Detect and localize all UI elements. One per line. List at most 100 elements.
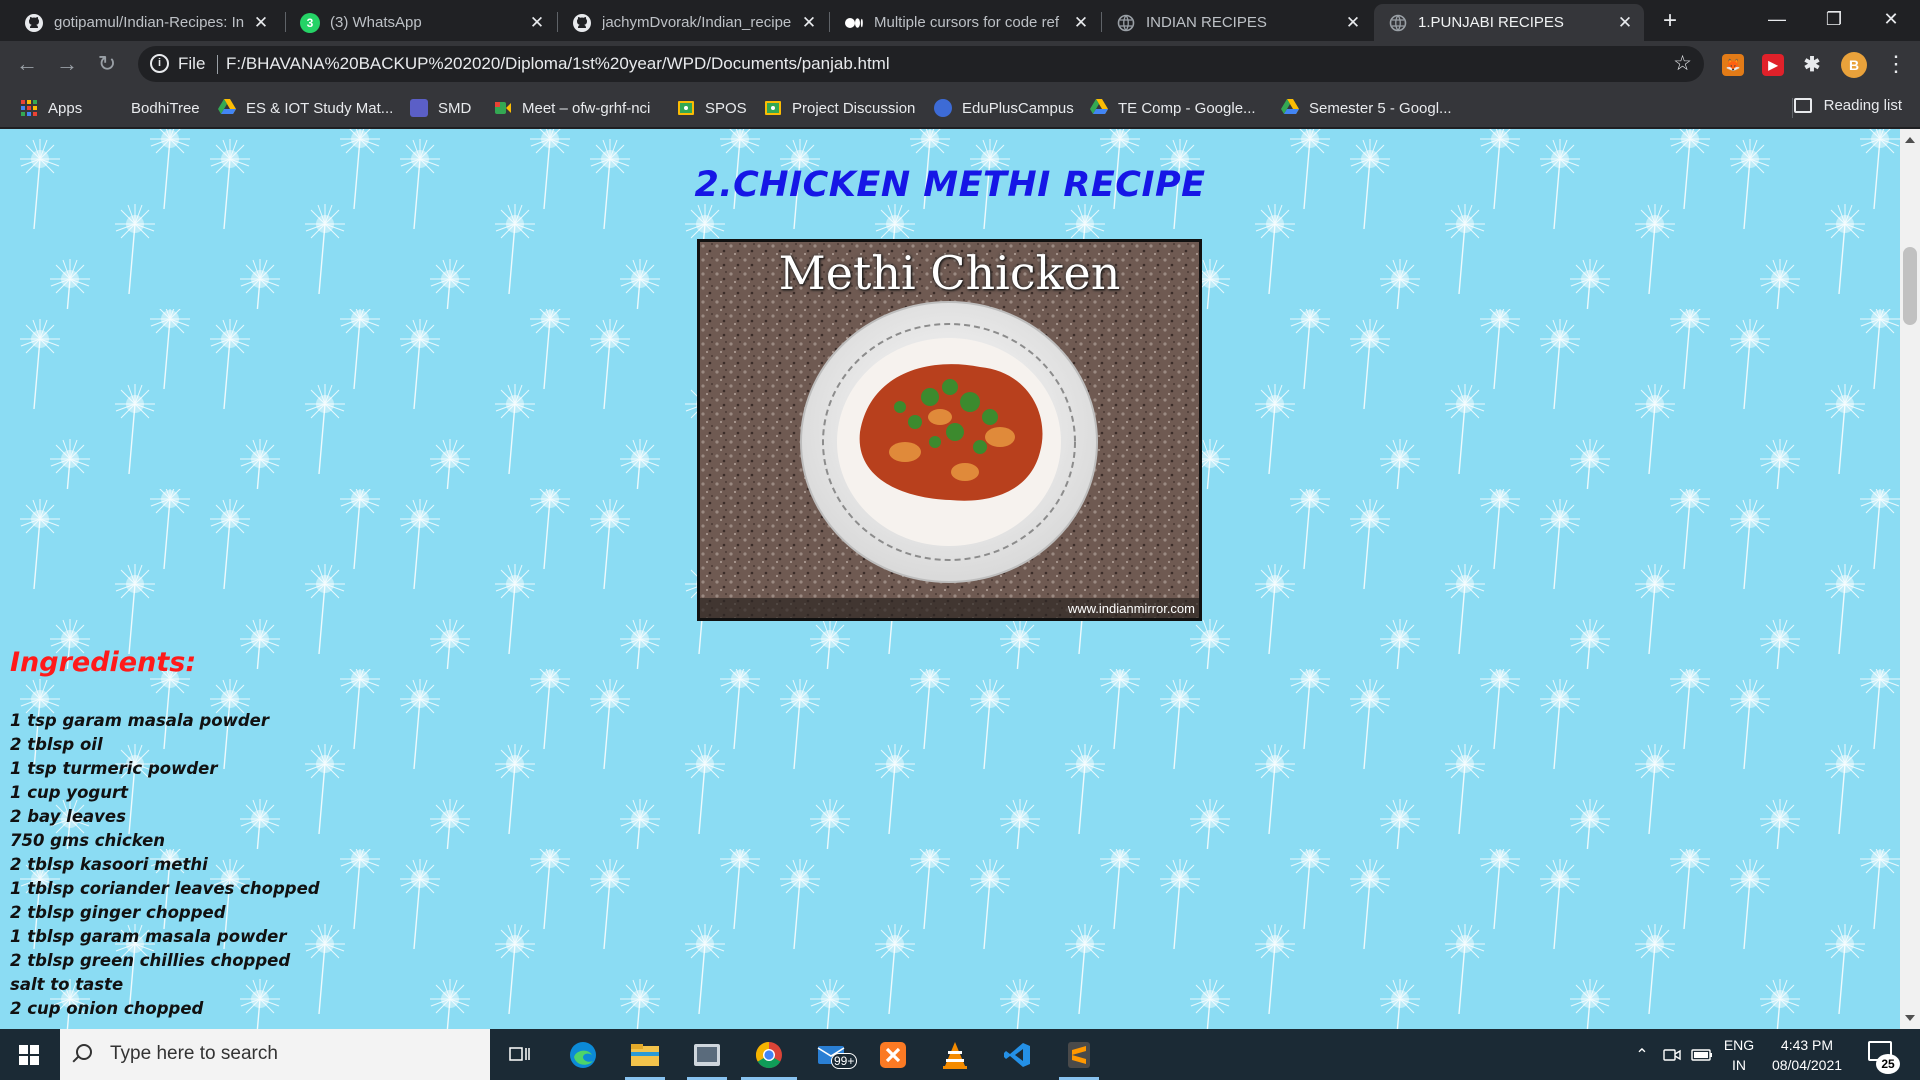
chrome-taskbar-button[interactable] bbox=[739, 1029, 799, 1080]
bookmark-te-comp[interactable]: TE Comp - Google... bbox=[1090, 97, 1256, 119]
ingredient-item: salt to taste bbox=[10, 975, 124, 994]
teams-icon bbox=[410, 99, 428, 117]
tab-title: 1.PUNJABI RECIPES bbox=[1418, 14, 1564, 31]
address-bar[interactable]: i File F:/BHAVANA%20BACKUP%202020/Diplom… bbox=[138, 46, 1704, 82]
forward-button[interactable]: → bbox=[51, 49, 83, 81]
scroll-down-arrow-icon[interactable] bbox=[1905, 1015, 1915, 1021]
chrome-icon bbox=[755, 1041, 782, 1068]
close-tab-icon[interactable]: ✕ bbox=[252, 13, 270, 32]
close-window-button[interactable]: ✕ bbox=[1863, 0, 1919, 40]
battery-icon[interactable] bbox=[1688, 1029, 1716, 1080]
tab-title: gotipamul/Indian-Recipes: In bbox=[54, 14, 245, 31]
bookmark-project-discussion[interactable]: Project Discussion bbox=[764, 97, 915, 119]
input-language-indicator[interactable]: ENG IN bbox=[1722, 1035, 1756, 1075]
metamask-extension-icon[interactable]: 🦊 bbox=[1722, 54, 1744, 76]
ingredient-item: 750 gms chicken bbox=[10, 831, 166, 850]
vscode-taskbar-button[interactable] bbox=[987, 1029, 1047, 1080]
page-scrollbar[interactable] bbox=[1900, 129, 1920, 1029]
system-clock[interactable]: 4:43 PM 08/04/2021 bbox=[1764, 1035, 1850, 1075]
photos-taskbar-button[interactable] bbox=[677, 1029, 737, 1080]
ingredient-item: 2 bay leaves bbox=[10, 807, 126, 826]
github-icon bbox=[24, 13, 44, 33]
close-tab-icon[interactable]: ✕ bbox=[1072, 13, 1090, 32]
video-extension-icon[interactable]: ▶ bbox=[1762, 54, 1784, 76]
google-drive-icon bbox=[218, 99, 236, 117]
xampp-taskbar-button[interactable] bbox=[863, 1029, 923, 1080]
bookmark-label: SMD bbox=[438, 99, 472, 117]
xampp-icon bbox=[880, 1041, 906, 1068]
tab-indian-recipes[interactable]: INDIAN RECIPES ✕ bbox=[1102, 4, 1372, 41]
info-icon[interactable]: i bbox=[150, 54, 169, 73]
google-classroom-icon bbox=[764, 99, 782, 117]
page-title: 2.CHICKEN METHI RECIPE bbox=[694, 165, 1206, 205]
snipping-tool-icon bbox=[694, 1043, 720, 1066]
vlc-icon bbox=[943, 1041, 967, 1069]
back-button[interactable]: ← bbox=[11, 49, 43, 81]
start-button[interactable] bbox=[0, 1029, 60, 1080]
bookmark-semester-5[interactable]: Semester 5 - Googl... bbox=[1281, 97, 1452, 119]
meet-now-icon[interactable] bbox=[1658, 1029, 1686, 1080]
close-tab-icon[interactable]: ✕ bbox=[1344, 13, 1362, 32]
url-text[interactable]: F:/BHAVANA%20BACKUP%202020/Diploma/1st%2… bbox=[226, 54, 890, 74]
eduplus-icon bbox=[934, 99, 952, 117]
minimize-button[interactable]: — bbox=[1749, 0, 1805, 40]
tab-title: (3) WhatsApp bbox=[330, 14, 422, 31]
ingredient-item: 1 tblsp garam masala powder bbox=[10, 927, 287, 946]
sublime-text-taskbar-button[interactable] bbox=[1049, 1029, 1109, 1080]
bookmark-label: EduPlusCampus bbox=[962, 99, 1074, 117]
edge-icon bbox=[570, 1041, 596, 1068]
profile-avatar[interactable]: B bbox=[1841, 52, 1867, 78]
search-placeholder: Type here to search bbox=[110, 1043, 278, 1064]
bookmark-smd[interactable]: SMD bbox=[410, 97, 471, 119]
tab-multiple-cursors[interactable]: Multiple cursors for code ref ✕ bbox=[830, 4, 1100, 41]
bookmark-star-icon[interactable]: ☆ bbox=[1673, 51, 1692, 76]
tab-title: Multiple cursors for code ref bbox=[874, 14, 1060, 31]
bookmark-es-iot[interactable]: ES & IOT Study Mat... bbox=[218, 97, 393, 119]
show-hidden-icons-button[interactable]: ⌃ bbox=[1628, 1029, 1656, 1080]
ingredients-list: 1 tsp garam masala powder 2 tblsp oil 1 … bbox=[10, 709, 320, 1021]
mail-unread-badge: 99+ bbox=[831, 1053, 858, 1069]
close-tab-icon[interactable]: ✕ bbox=[1616, 13, 1634, 32]
restore-button[interactable]: ❐ bbox=[1806, 0, 1862, 40]
bookmark-label: TE Comp - Google... bbox=[1118, 99, 1256, 117]
bookmark-meet[interactable]: Meet – ofw-grhf-nci bbox=[494, 97, 650, 119]
reading-list-label: Reading list bbox=[1823, 97, 1902, 114]
close-tab-icon[interactable]: ✕ bbox=[800, 13, 818, 32]
scroll-up-arrow-icon[interactable] bbox=[1905, 137, 1915, 143]
vscode-icon bbox=[1004, 1042, 1030, 1067]
bookmark-bodhitree[interactable]: BodhiTree bbox=[131, 97, 200, 119]
scrollbar-thumb[interactable] bbox=[1903, 247, 1917, 325]
tab-whatsapp[interactable]: 3 (3) WhatsApp ✕ bbox=[286, 4, 556, 41]
ingredient-item: 1 tblsp coriander leaves chopped bbox=[10, 879, 320, 898]
tab-strip: gotipamul/Indian-Recipes: In ✕ 3 (3) Wha… bbox=[0, 0, 1920, 41]
ingredient-item: 2 tblsp ginger chopped bbox=[10, 903, 226, 922]
tab-gotipamul[interactable]: gotipamul/Indian-Recipes: In ✕ bbox=[10, 4, 280, 41]
whatsapp-icon: 3 bbox=[300, 12, 320, 33]
task-view-button[interactable] bbox=[490, 1029, 550, 1080]
ingredient-item: 1 tsp turmeric powder bbox=[10, 759, 218, 778]
close-tab-icon[interactable]: ✕ bbox=[528, 13, 546, 32]
new-tab-button[interactable]: + bbox=[1656, 8, 1684, 36]
taskbar-search-box[interactable]: Type here to search bbox=[60, 1029, 490, 1080]
browser-menu-icon[interactable]: ⋮ bbox=[1880, 49, 1912, 81]
reading-list-button[interactable]: Reading list bbox=[1793, 97, 1902, 114]
clock-date: 08/04/2021 bbox=[1771, 1057, 1843, 1073]
clock-time: 4:43 PM bbox=[1780, 1037, 1834, 1053]
bookmark-apps[interactable]: Apps bbox=[20, 97, 82, 119]
sublime-text-icon bbox=[1068, 1041, 1090, 1068]
globe-icon bbox=[1388, 13, 1408, 33]
bookmark-label: ES & IOT Study Mat... bbox=[246, 99, 394, 117]
mail-taskbar-button[interactable]: 99+ bbox=[801, 1029, 861, 1080]
reload-button[interactable]: ↻ bbox=[91, 49, 123, 81]
tab-punjabi-recipes[interactable]: 1.PUNJABI RECIPES ✕ bbox=[1374, 4, 1644, 41]
bookmark-edupluscampus[interactable]: EduPlusCampus bbox=[934, 97, 1074, 119]
file-explorer-taskbar-button[interactable] bbox=[615, 1029, 675, 1080]
edge-taskbar-button[interactable] bbox=[553, 1029, 613, 1080]
recipe-image: Methi Chicken www.indianmirror.com bbox=[697, 239, 1202, 621]
tab-jachymdvorak[interactable]: jachymDvorak/Indian_recipe ✕ bbox=[558, 4, 828, 41]
globe-icon bbox=[1116, 13, 1136, 33]
extensions-puzzle-icon[interactable]: ✱ bbox=[1801, 54, 1823, 76]
vlc-taskbar-button[interactable] bbox=[925, 1029, 985, 1080]
page-viewport: 2.CHICKEN METHI RECIPE Methi Chicken www… bbox=[0, 129, 1900, 1029]
bookmark-spos[interactable]: SPOS bbox=[677, 97, 747, 119]
